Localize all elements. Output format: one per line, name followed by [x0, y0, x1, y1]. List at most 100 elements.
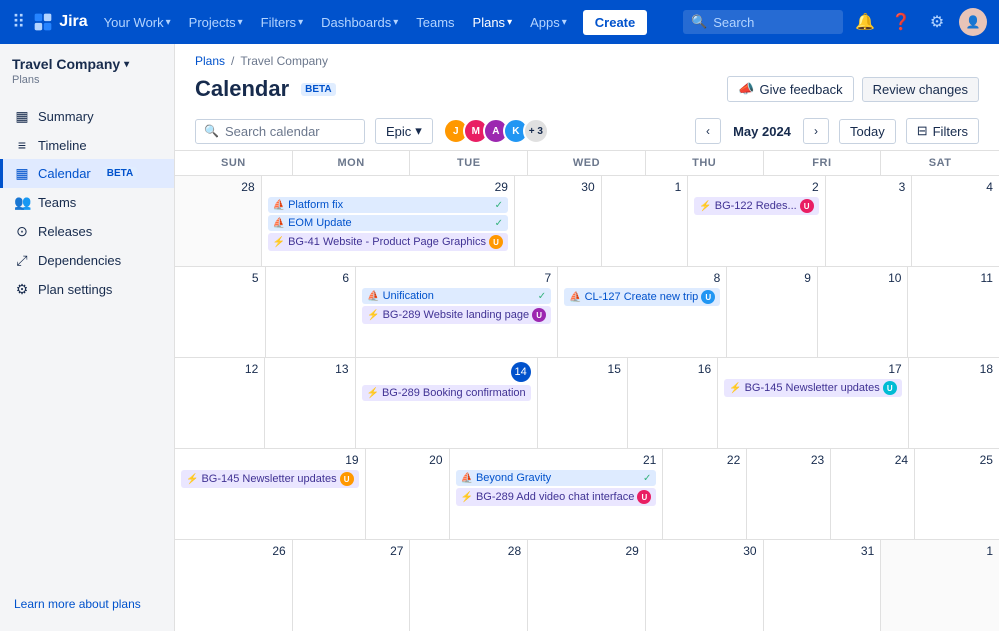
avatar-more[interactable]: + 3	[523, 118, 549, 144]
nav-dashboards[interactable]: Dashboards ▾	[313, 11, 406, 34]
cal-day-1-6[interactable]: 11	[908, 267, 999, 357]
grid-icon[interactable]: ⠿	[12, 12, 25, 33]
cal-day-2-1[interactable]: 13	[265, 358, 355, 448]
cal-header-sun: SUN	[175, 151, 293, 175]
cal-event-3-0-0[interactable]: ⚡BG-145 Newsletter updatesU	[181, 470, 359, 488]
nav-apps[interactable]: Apps ▾	[522, 11, 575, 34]
cal-day-3-4[interactable]: 23	[747, 449, 831, 539]
search-input[interactable]	[713, 15, 835, 30]
project-chevron-icon: ▾	[124, 59, 129, 70]
event-text: BG-145 Newsletter updates	[745, 382, 880, 394]
calendar-header: SUNMONTUEWEDTHUFRISAT	[175, 151, 999, 176]
cal-day-2-5[interactable]: 17⚡BG-145 Newsletter updatesU	[718, 358, 909, 448]
cal-day-3-0[interactable]: 19⚡BG-145 Newsletter updatesU	[175, 449, 366, 539]
epic-filter-button[interactable]: Epic ▾	[375, 118, 433, 144]
filters-button[interactable]: ⊟ Filters	[906, 118, 979, 144]
event-text: Unification	[383, 290, 535, 302]
cal-day-1-1[interactable]: 6	[266, 267, 357, 357]
cal-event-2-5-0[interactable]: ⚡BG-145 Newsletter updatesU	[724, 379, 902, 397]
user-avatar[interactable]: 👤	[959, 8, 987, 36]
cal-day-0-4[interactable]: 2⚡BG-122 Redes...U	[688, 176, 825, 266]
sidebar-item-calendar[interactable]: ▦ Calendar BETA	[0, 159, 174, 188]
cal-event-0-1-2[interactable]: ⚡BG-41 Website - Product Page GraphicsU	[268, 233, 508, 251]
event-avatar: U	[489, 235, 503, 249]
cal-day-2-0[interactable]: 12	[175, 358, 265, 448]
cal-day-3-3[interactable]: 22	[663, 449, 747, 539]
cal-day-1-0[interactable]: 5	[175, 267, 266, 357]
event-text: CL-127 Create new trip	[585, 291, 699, 303]
cal-day-2-3[interactable]: 15	[538, 358, 628, 448]
cal-day-3-5[interactable]: 24	[831, 449, 915, 539]
sidebar-item-summary[interactable]: ▦ Summary	[0, 102, 174, 131]
cal-day-4-1[interactable]: 27	[293, 540, 411, 631]
nav-filters[interactable]: Filters ▾	[253, 11, 311, 34]
cal-day-0-2[interactable]: 30	[515, 176, 602, 266]
prev-month-button[interactable]: ‹	[695, 118, 721, 144]
nav-your-work[interactable]: Your Work ▾	[96, 11, 179, 34]
cal-event-0-1-0[interactable]: ⛵Platform fix✓	[268, 197, 508, 213]
project-name[interactable]: Travel Company ▾	[12, 56, 162, 72]
sidebar-item-plan-settings[interactable]: ⚙ Plan settings	[0, 275, 174, 304]
search-calendar[interactable]: 🔍	[195, 119, 365, 144]
sidebar-item-teams[interactable]: 👥 Teams	[0, 188, 174, 217]
breadcrumb-sep: /	[231, 54, 234, 68]
nav-plans[interactable]: Plans ▾	[465, 11, 521, 34]
cal-event-3-2-1[interactable]: ⚡BG-289 Add video chat interfaceU	[456, 488, 657, 506]
cal-event-3-2-0[interactable]: ⛵Beyond Gravity✓	[456, 470, 657, 486]
sidebar-item-timeline[interactable]: ≡ Timeline	[0, 131, 174, 159]
cal-event-1-3-0[interactable]: ⛵CL-127 Create new tripU	[564, 288, 720, 306]
cal-day-4-6[interactable]: 1	[881, 540, 999, 631]
nav-links: Your Work ▾ Projects ▾ Filters ▾ Dashboa…	[96, 11, 575, 34]
cal-event-1-2-1[interactable]: ⚡BG-289 Website landing pageU	[362, 306, 551, 324]
cal-day-4-4[interactable]: 30	[646, 540, 764, 631]
next-month-button[interactable]: ›	[803, 118, 829, 144]
cal-day-1-5[interactable]: 10	[818, 267, 909, 357]
cal-header-fri: FRI	[764, 151, 882, 175]
cal-day-0-5[interactable]: 3	[826, 176, 913, 266]
page-header: Calendar BETA 📣 Give feedback Review cha…	[175, 72, 999, 112]
breadcrumb-plans[interactable]: Plans	[195, 54, 225, 68]
cal-day-4-3[interactable]: 29	[528, 540, 646, 631]
logo[interactable]: Jira	[33, 12, 87, 32]
cal-event-1-2-0[interactable]: ⛵Unification✓	[362, 288, 551, 304]
cal-day-2-2[interactable]: 14⚡BG-289 Booking confirmation	[356, 358, 538, 448]
cal-day-3-1[interactable]: 20	[366, 449, 450, 539]
event-type-icon: ⛵	[569, 292, 581, 303]
review-changes-button[interactable]: Review changes	[862, 77, 979, 102]
cal-day-0-6[interactable]: 4	[912, 176, 999, 266]
event-text: BG-289 Booking confirmation	[382, 387, 526, 399]
month-nav: ‹ May 2024 ›	[695, 118, 829, 144]
notifications-icon[interactable]: 🔔	[851, 8, 879, 36]
cal-day-0-3[interactable]: 1	[602, 176, 689, 266]
nav-teams[interactable]: Teams	[408, 11, 462, 34]
cal-day-2-6[interactable]: 18	[909, 358, 999, 448]
today-button[interactable]: Today	[839, 119, 896, 144]
settings-icon[interactable]: ⚙	[923, 8, 951, 36]
teams-icon: 👥	[14, 194, 30, 211]
help-icon[interactable]: ❓	[887, 8, 915, 36]
cal-day-1-3[interactable]: 8⛵CL-127 Create new tripU	[558, 267, 727, 357]
cal-event-0-4-0[interactable]: ⚡BG-122 Redes...U	[694, 197, 818, 215]
give-feedback-button[interactable]: 📣 Give feedback	[727, 76, 853, 102]
cal-day-1-4[interactable]: 9	[727, 267, 818, 357]
cal-event-2-2-0[interactable]: ⚡BG-289 Booking confirmation	[362, 385, 531, 401]
sidebar-item-releases[interactable]: ⊙ Releases	[0, 217, 174, 246]
nav-projects[interactable]: Projects ▾	[181, 11, 251, 34]
create-button[interactable]: Create	[583, 10, 647, 35]
cal-day-2-4[interactable]: 16	[628, 358, 718, 448]
cal-event-0-1-1[interactable]: ⛵EOM Update✓	[268, 215, 508, 231]
global-search[interactable]: 🔍	[683, 10, 843, 34]
search-calendar-input[interactable]	[225, 124, 356, 139]
cal-day-0-1[interactable]: 29⛵Platform fix✓⛵EOM Update✓⚡BG-41 Websi…	[262, 176, 515, 266]
cal-day-4-2[interactable]: 28	[410, 540, 528, 631]
learn-more-link[interactable]: Learn more about plans	[14, 597, 141, 611]
cal-day-4-0[interactable]: 26	[175, 540, 293, 631]
cal-day-3-2[interactable]: 21⛵Beyond Gravity✓⚡BG-289 Add video chat…	[450, 449, 664, 539]
cal-day-0-0[interactable]: 28	[175, 176, 262, 266]
day-number: 10	[824, 271, 902, 285]
cal-day-4-5[interactable]: 31	[764, 540, 882, 631]
cal-day-1-2[interactable]: 7⛵Unification✓⚡BG-289 Website landing pa…	[356, 267, 558, 357]
event-check-icon: ✓	[495, 218, 503, 229]
cal-day-3-6[interactable]: 25	[915, 449, 999, 539]
sidebar-item-dependencies[interactable]: ⤢ Dependencies	[0, 246, 174, 275]
